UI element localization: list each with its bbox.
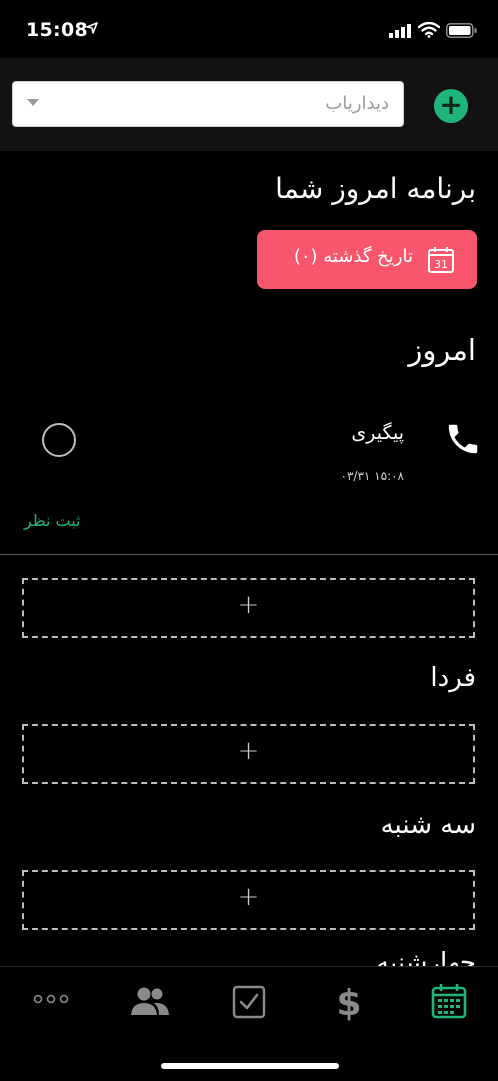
day-heading-tuesday: سه شنبه [380,810,476,840]
add-tomorrow-slot[interactable]: + [22,724,475,784]
add-button[interactable]: + [434,89,468,123]
status-time: 15:08 [26,19,88,41]
past-dates-label: تاریخ گذشته (۰) [293,246,413,267]
svg-text:$: $ [336,983,361,1021]
calendar-icon[interactable] [431,983,467,1019]
task-time: ۱۵:۰۸ ۰۳/۳۱ [340,469,404,483]
home-indicator[interactable] [161,1063,339,1069]
calendar-31-icon: 31 [428,247,454,273]
status-bar: 15:08 [0,0,498,58]
svg-text:31: 31 [434,258,448,271]
wifi-icon [418,22,440,38]
day-heading-wednesday: چهارشنبه [376,948,476,966]
day-heading-tomorrow: فردا [430,663,476,693]
task-title: پیگیری [351,422,404,444]
people-icon[interactable] [130,985,170,1017]
dollar-icon[interactable]: $ [336,983,362,1021]
plus-icon: + [237,882,260,912]
search-select[interactable]: دیداریاب [12,81,404,127]
search-toolbar: دیداریاب + [0,58,498,151]
phone-icon [448,424,478,454]
cellular-signal-icon [389,24,411,38]
battery-icon [446,23,477,38]
task-complete-checkbox[interactable] [42,423,76,457]
add-today-slot[interactable]: + [22,578,475,638]
plus-icon: + [237,590,260,620]
checkbox-icon[interactable] [232,985,266,1019]
add-tuesday-slot[interactable]: + [22,870,475,930]
more-icon[interactable] [33,993,69,1005]
past-dates-button[interactable]: تاریخ گذشته (۰) 31 [257,230,477,289]
task-item[interactable]: پیگیری ۱۵:۰۸ ۰۳/۳۱ [0,410,498,500]
add-comment-link[interactable]: ثبت نظر [24,511,80,530]
plus-icon: + [237,736,260,766]
dropdown-arrow-icon[interactable] [27,99,39,106]
page-title: برنامه امروز شما [275,172,476,205]
today-heading: امروز [408,333,476,367]
location-arrow-icon [86,22,98,34]
section-divider [0,554,498,555]
search-placeholder: دیداریاب [325,93,389,114]
